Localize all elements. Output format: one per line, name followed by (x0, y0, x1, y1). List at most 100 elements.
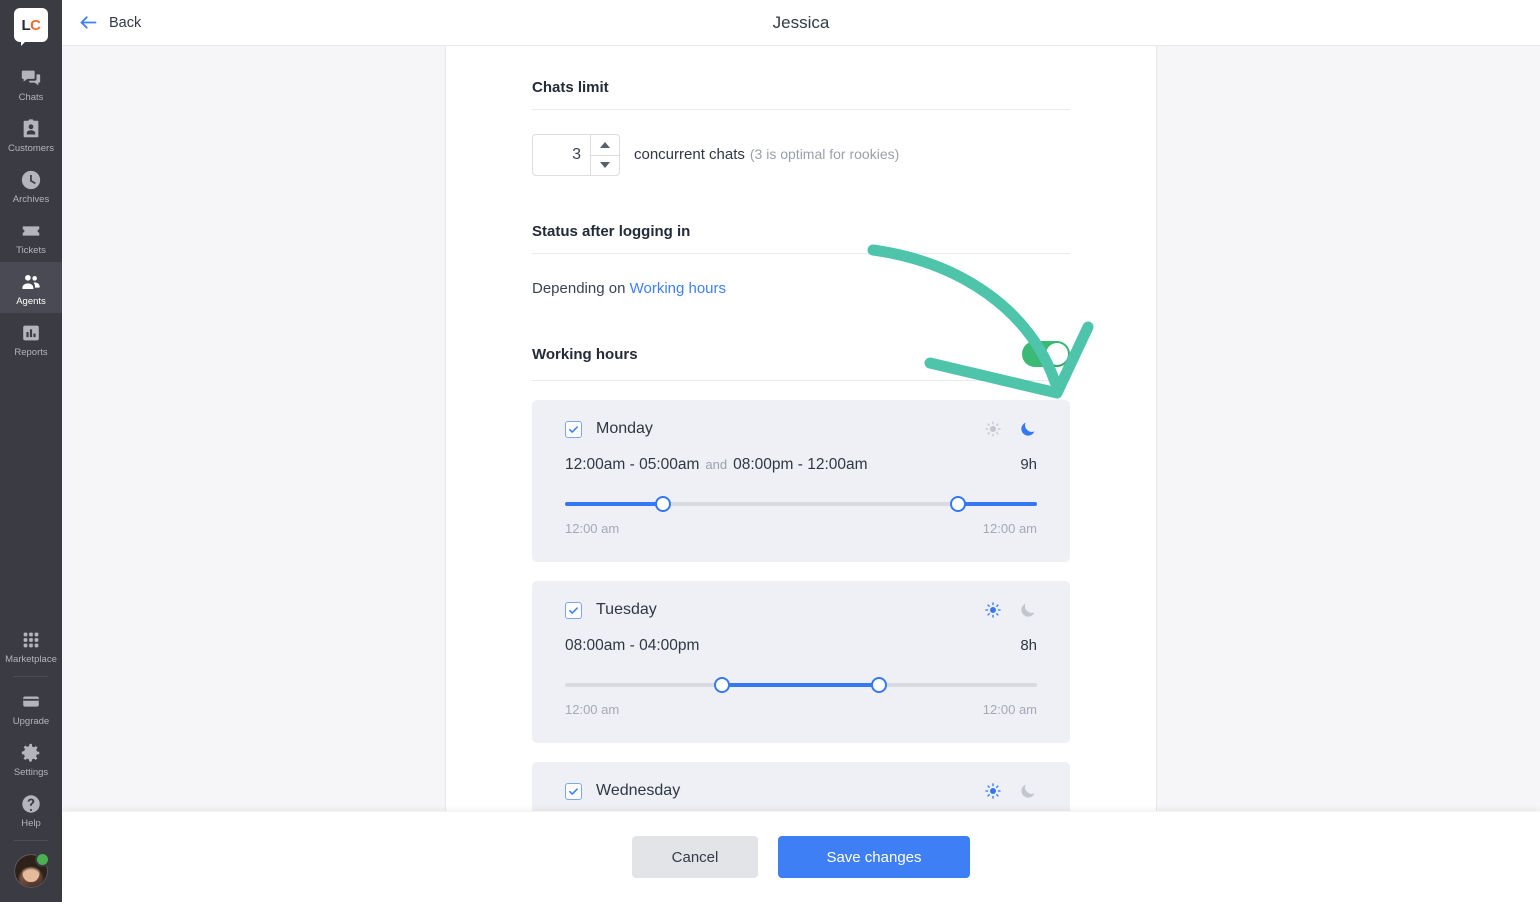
slider-fill-left (565, 502, 664, 506)
day-slider-tuesday[interactable] (565, 677, 1037, 693)
day-range-1: 12:00am - 05:00am (565, 456, 700, 473)
chats-icon (20, 67, 42, 89)
sidebar-item-upgrade[interactable]: Upgrade (0, 682, 62, 733)
logo-text-left: L (21, 16, 31, 34)
day-checkbox-wednesday[interactable] (565, 782, 582, 800)
left-gutter (62, 46, 446, 811)
day-name-monday: Monday (596, 420, 653, 437)
sun-icon[interactable] (984, 601, 1002, 619)
settings-panel: Chats limit concurrent chats(3 is optima… (446, 46, 1156, 811)
slider-axis-labels-monday: 12:00 am 12:00 am (565, 521, 1037, 536)
sidebar-divider-1 (14, 676, 48, 677)
slider-axis-start: 12:00 am (565, 521, 620, 536)
sidebar-item-customers[interactable]: Customers (0, 109, 62, 160)
moon-icon[interactable] (1019, 420, 1037, 438)
slider-handle-start[interactable] (714, 677, 731, 693)
chats-limit-unit: concurrent chats (634, 146, 745, 163)
status-after-login-heading: Status after logging in (532, 176, 1070, 254)
tickets-icon (20, 220, 42, 242)
slider-axis-start: 12:00 am (565, 702, 620, 717)
sidebar-item-help[interactable]: Help (0, 784, 62, 835)
sun-icon[interactable] (984, 420, 1002, 438)
chats-limit-stepper[interactable] (532, 134, 620, 176)
sidebar-label-reports: Reports (14, 347, 48, 358)
sidebar-item-tickets[interactable]: Tickets (0, 211, 62, 262)
sidebar-item-marketplace[interactable]: Marketplace (0, 620, 62, 671)
toggle-knob (1046, 343, 1068, 365)
day-checkbox-monday[interactable] (565, 420, 582, 438)
slider-handle-end[interactable] (950, 496, 967, 512)
chats-limit-hint: (3 is optimal for rookies) (749, 146, 900, 162)
help-icon (20, 793, 42, 815)
sidebar-label-chats: Chats (18, 92, 44, 103)
action-footer: Cancel Save changes (62, 812, 1540, 902)
cancel-button[interactable]: Cancel (632, 836, 758, 878)
gear-icon (20, 742, 42, 764)
moon-icon[interactable] (1019, 782, 1037, 800)
stepper-increment-button[interactable] (591, 135, 619, 156)
livechat-logo[interactable]: LC (14, 8, 48, 46)
slider-fill (722, 683, 880, 687)
day-range-2: 08:00pm - 12:00am (733, 456, 868, 473)
day-times-monday: 12:00am - 05:00am and 08:00pm - 12:00am … (565, 456, 1037, 474)
slider-axis-end: 12:00 am (982, 702, 1037, 717)
sidebar-item-agents[interactable]: Agents (0, 262, 62, 313)
day-card-wednesday: Wednesday (532, 762, 1070, 811)
caret-down-icon (600, 162, 610, 169)
chats-limit-input[interactable] (533, 135, 590, 175)
working-hours-link[interactable]: Working hours (630, 280, 726, 297)
day-mode-icons-wednesday (984, 782, 1037, 800)
status-prefix: Depending on (532, 280, 630, 297)
working-hours-toggle[interactable] (1022, 341, 1070, 367)
day-name-tuesday: Tuesday (596, 601, 657, 618)
caret-up-icon (600, 141, 610, 148)
sidebar-label-marketplace: Marketplace (5, 654, 57, 665)
top-bar: Back Jessica (62, 0, 1540, 46)
day-mode-icons-tuesday (984, 601, 1037, 619)
sidebar-label-settings: Settings (13, 767, 49, 778)
day-slider-monday[interactable] (565, 496, 1037, 512)
chats-limit-row: concurrent chats(3 is optimal for rookie… (532, 110, 1070, 176)
day-card-monday: Monday 12:00am - 05:00am and 08:00pm - 1… (532, 400, 1070, 562)
sidebar-label-upgrade: Upgrade (12, 716, 50, 727)
sidebar-label-archives: Archives (12, 194, 50, 205)
stepper-buttons (590, 135, 619, 175)
working-hours-section-header: Working hours (532, 297, 1070, 381)
sidebar-divider-2 (14, 840, 48, 841)
slider-handle-end[interactable] (871, 677, 888, 693)
day-duration-tuesday: 8h (1020, 637, 1037, 654)
sidebar-label-agents: Agents (16, 296, 46, 307)
day-header: Monday (565, 420, 1037, 438)
avatar[interactable] (14, 852, 50, 888)
day-checkbox-tuesday[interactable] (565, 601, 582, 619)
sidebar-label-customers: Customers (8, 143, 54, 154)
sun-icon[interactable] (984, 782, 1002, 800)
page-title: Jessica (772, 12, 830, 32)
working-hours-heading: Working hours (532, 345, 638, 363)
sidebar-item-chats[interactable]: Chats (0, 58, 62, 109)
right-gutter (1156, 46, 1540, 811)
save-changes-button[interactable]: Save changes (778, 836, 970, 878)
sidebar-label-tickets: Tickets (16, 245, 46, 256)
sidebar-item-archives[interactable]: Archives (0, 160, 62, 211)
moon-icon[interactable] (1019, 601, 1037, 619)
day-header: Tuesday (565, 601, 1037, 619)
agents-icon (20, 271, 42, 293)
slider-axis-end: 12:00 am (982, 521, 1037, 536)
back-button[interactable]: Back (78, 12, 141, 33)
arrow-left-icon (78, 12, 99, 33)
slider-handle-start[interactable] (655, 496, 672, 512)
sidebar-item-reports[interactable]: Reports (0, 313, 62, 364)
chats-limit-description: concurrent chats (3 is optimal for rookie… (634, 146, 899, 164)
day-mode-icons-monday (984, 420, 1037, 438)
day-range-conjunction: and (705, 457, 728, 472)
day-header: Wednesday (565, 782, 1037, 800)
day-card-tuesday: Tuesday 08:00am - 04:00pm 8h 12:00 am 12… (532, 581, 1070, 743)
sidebar-item-settings[interactable]: Settings (0, 733, 62, 784)
working-hours-day-list: Monday 12:00am - 05:00am and 08:00pm - 1… (532, 381, 1070, 811)
upgrade-icon (20, 691, 42, 713)
day-range-1: 08:00am - 04:00pm (565, 637, 700, 654)
logo-text-right: C (30, 16, 41, 34)
sidebar-label-help: Help (21, 818, 41, 829)
stepper-decrement-button[interactable] (591, 156, 619, 176)
